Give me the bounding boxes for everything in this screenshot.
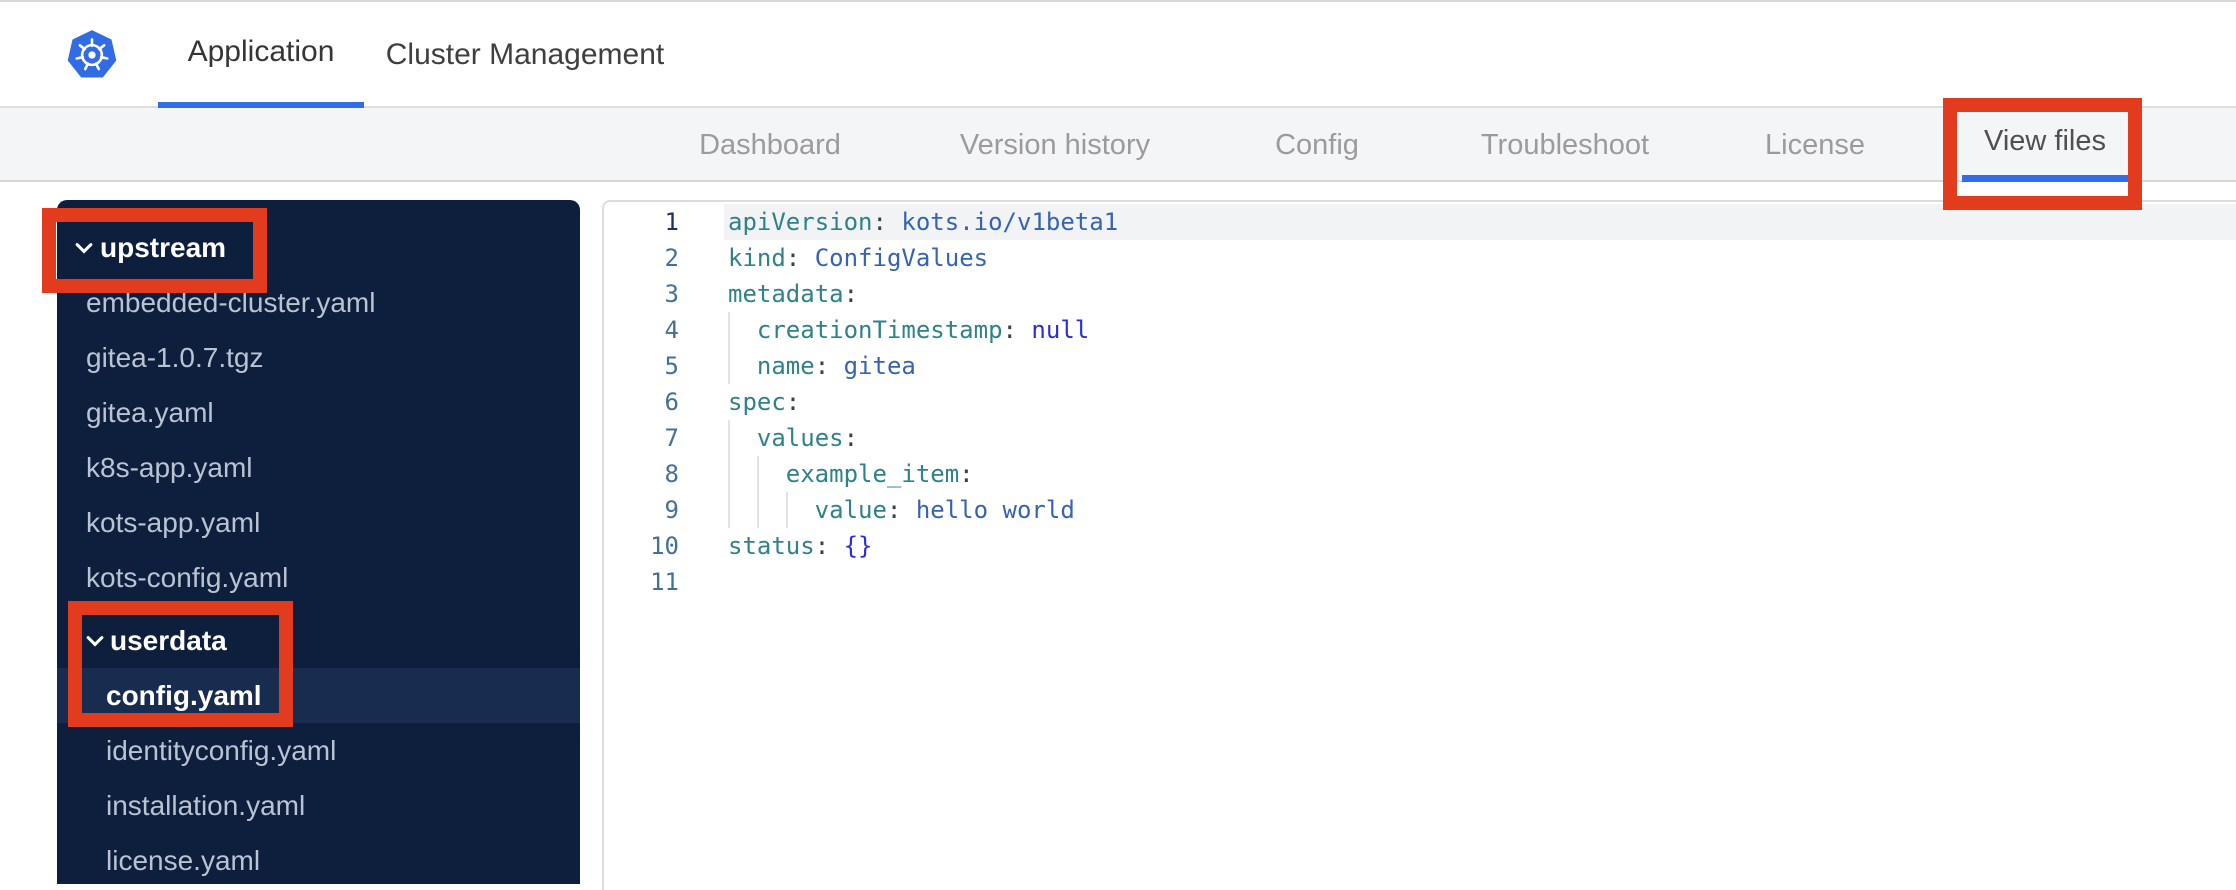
subtab-dashboard-label: Dashboard [699,128,841,161]
tab-application[interactable]: Application [158,2,364,108]
tree-item-label: upstream [100,231,227,263]
tree-item-label: kots-config.yaml [86,561,289,593]
tree-file-gitea-1.0.7.tgz[interactable]: gitea-1.0.7.tgz [57,330,580,385]
chevron-down-icon [75,242,93,254]
line-number: 11 [650,568,679,596]
tree-item-label: config.yaml [106,679,262,711]
code-text: apiVersion: kots.io/v1beta1 [728,208,1119,236]
tree-file-kots-app.yaml[interactable]: kots-app.yaml [57,495,580,550]
file-tree-sidebar: upstream embedded-cluster.yaml gitea-1.0.7… [57,200,580,884]
tree-item-label: k8s-app.yaml [86,451,253,483]
subtab-dashboard[interactable]: Dashboard [677,108,863,182]
subtab-troubleshoot[interactable]: Troubleshoot [1459,108,1671,182]
code-line-7: 7 values: [604,420,2236,456]
line-number: 4 [664,316,679,344]
tree-item-label: kots-app.yaml [86,506,261,538]
kots-admin-console: Application Cluster Management Dashboard… [0,0,2236,890]
code-text: status: {} [728,532,873,560]
tab-cluster-management[interactable]: Cluster Management [384,2,666,108]
code-line-5: 5 name: gitea [604,348,2236,384]
indent-guide [756,456,786,492]
subtab-version-history-label: Version history [959,128,1151,161]
code-text: kind: ConfigValues [728,244,989,272]
subtab-config-label: Config [1275,128,1359,161]
line-number: 9 [664,496,679,524]
line-number: 6 [664,388,679,416]
subtab-view-files-label: View files [1984,125,2106,157]
tree-item-label: gitea-1.0.7.tgz [86,341,264,373]
code-line-2: 2 kind: ConfigValues [604,240,2236,276]
yaml-editor[interactable]: 1 apiVersion: kots.io/v1beta1 2 kind: Confi… [602,200,2236,890]
tree-file-k8s-app.yaml[interactable]: k8s-app.yaml [57,440,580,495]
kubernetes-logo[interactable] [66,28,118,82]
tree-file-kots-config.yaml[interactable]: kots-config.yaml [57,550,580,605]
tree-file-embedded-cluster.yaml[interactable]: embedded-cluster.yaml [57,275,580,330]
indent-guide [728,492,757,528]
code-line-3: 3 metadata: [604,276,2236,312]
code-line-4: 4 creationTimestamp: null [604,312,2236,348]
indent-guide [785,492,815,528]
line-number: 3 [664,280,679,308]
code-line-1: 1 apiVersion: kots.io/v1beta1 [604,204,2236,240]
line-number: 1 [664,208,679,236]
tree-item-label: gitea.yaml [86,396,214,428]
tree-folder-upstream[interactable]: upstream [57,220,580,275]
tree-file-license.yaml[interactable]: license.yaml [57,833,580,884]
subtab-version-history[interactable]: Version history [938,108,1172,182]
indent-guide [728,420,757,456]
tree-file-identityconfig.yaml[interactable]: identityconfig.yaml [57,723,580,778]
indent-guide [756,492,786,528]
tree-item-label: installation.yaml [106,789,306,821]
indent-guide [728,456,757,492]
indent-guide [728,348,757,384]
subtab-view-files[interactable]: View files [1962,108,2128,182]
app-sub-nav: Dashboard Version history Config Trouble… [0,108,2236,182]
line-number: 5 [664,352,679,380]
code-line-11: 11 [604,564,2236,600]
tree-file-config.yaml[interactable]: config.yaml [57,668,580,723]
tree-file-gitea.yaml[interactable]: gitea.yaml [57,385,580,440]
code-text: spec: [728,388,801,416]
code-text: values: [728,420,858,456]
subtab-license[interactable]: License [1743,108,1887,182]
tree-folder-userdata[interactable]: userdata [57,613,580,668]
tree-item-label: license.yaml [106,844,261,876]
line-number: 2 [664,244,679,272]
line-number: 10 [650,532,679,560]
tree-item-label: userdata [110,624,227,656]
line-number: 7 [664,424,679,452]
tree-file-installation.yaml[interactable]: installation.yaml [57,778,580,833]
top-nav: Application Cluster Management [0,0,2236,108]
code-line-8: 8 example_item: [604,456,2236,492]
tab-cluster-management-label: Cluster Management [385,38,665,71]
code-text: example_item: [728,456,974,492]
subtab-troubleshoot-label: Troubleshoot [1480,128,1650,161]
subtab-config[interactable]: Config [1253,108,1381,182]
code-text: metadata: [728,280,859,308]
code-line-6: 6 spec: [604,384,2236,420]
subtab-license-label: License [1765,128,1865,161]
chevron-down-icon [86,635,104,647]
code-text: value: hello world [728,492,1075,528]
indent-guide [728,312,757,348]
code-line-9: 9 value: hello world [604,492,2236,528]
tree-item-label: embedded-cluster.yaml [86,286,376,318]
code-text: name: gitea [728,348,916,384]
line-number: 8 [664,460,679,488]
tab-application-label: Application [187,35,335,68]
code-text: creationTimestamp: null [728,312,1089,348]
code-line-10: 10 status: {} [604,528,2236,564]
tree-item-label: identityconfig.yaml [106,734,337,766]
